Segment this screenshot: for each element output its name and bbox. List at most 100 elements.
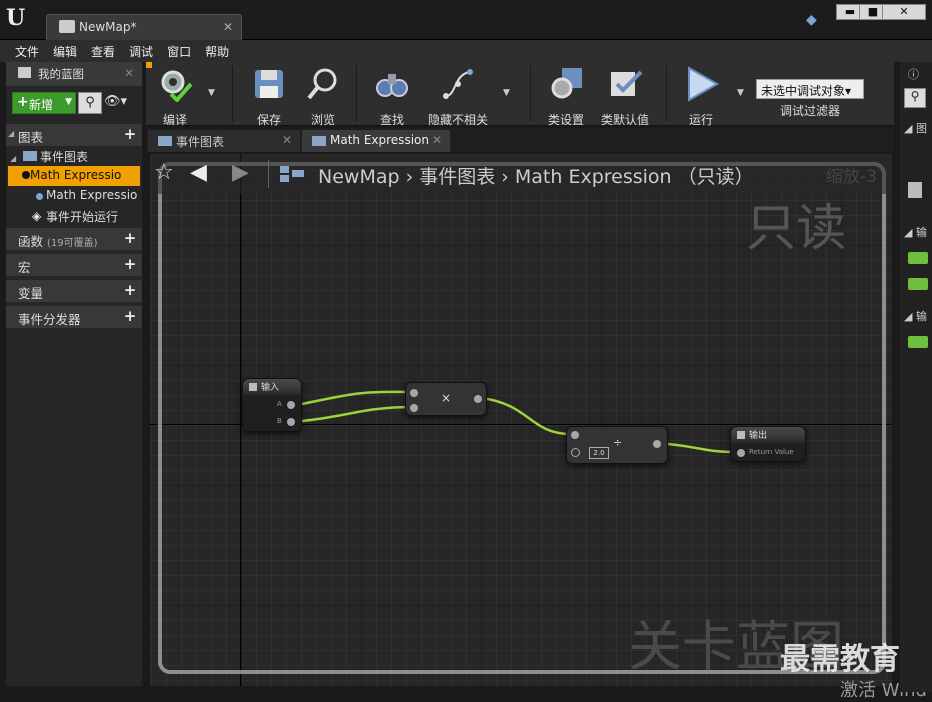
tree-item-begin-play[interactable]: ◈ 事件开始运行 — [6, 206, 142, 226]
compile-options-chevron-icon[interactable]: ▼ — [208, 88, 215, 98]
class-defaults-button[interactable]: 类默认值 — [596, 64, 654, 127]
graph-breadcrumb[interactable]: NewMap › 事件图表 › Math Expression （只读） — [318, 162, 754, 189]
title-bar: U NewMap* ✕ ◆ ▬ ■ ✕ — [0, 0, 932, 40]
divide-input-pin-a[interactable] — [571, 431, 579, 439]
add-dispatcher-icon[interactable]: + — [122, 308, 138, 324]
blueprint-book-icon — [18, 67, 31, 78]
add-macro-icon[interactable]: + — [122, 256, 138, 272]
menu-help[interactable]: 帮助 — [198, 40, 236, 62]
return-value-label: Return Value — [749, 448, 794, 456]
multiply-output-pin[interactable] — [474, 395, 482, 403]
tree-item-label: Math Expressio — [30, 168, 122, 182]
wire-a-to-multiply — [301, 390, 409, 406]
category-variables-label: 变量 — [18, 286, 44, 301]
menu-view[interactable]: 查看 — [84, 40, 122, 62]
expand-triangle-icon: ◢ — [10, 154, 17, 163]
run-button[interactable]: 运行 — [676, 64, 726, 127]
category-macros[interactable]: 宏 + — [6, 254, 142, 276]
pin-b[interactable] — [287, 418, 295, 426]
divide-node[interactable]: 2.0 ÷ — [566, 426, 668, 464]
debug-object-select[interactable]: 未选中调试对象▾ — [756, 79, 864, 99]
details-section-input[interactable]: ◢ 输 — [904, 224, 930, 240]
find-button[interactable]: 查找 — [364, 64, 420, 127]
tree-item-math-expression-selected[interactable]: Math Expressio — [8, 166, 140, 186]
run-options-chevron-icon[interactable]: ▼ — [737, 88, 744, 98]
add-function-icon[interactable]: + — [122, 230, 138, 246]
menu-window[interactable]: 窗口 — [160, 40, 198, 62]
debug-filter-label: 调试过滤器 — [779, 104, 840, 118]
save-button[interactable]: 保存 — [244, 64, 294, 127]
divide-input-pin-b[interactable] — [571, 448, 580, 457]
close-tab-icon[interactable]: ✕ — [282, 133, 292, 147]
category-dispatchers-label: 事件分发器 — [18, 312, 81, 327]
pin-a[interactable] — [287, 401, 295, 409]
multiply-node[interactable]: × — [405, 382, 487, 416]
details-section-output[interactable]: ◢ 输 — [904, 308, 930, 324]
my-blueprint-tab[interactable]: 我的蓝图 ✕ — [6, 62, 142, 86]
divide-output-pin[interactable] — [653, 440, 661, 448]
category-graphs[interactable]: ◢ 图表 + — [6, 124, 142, 146]
menu-file[interactable]: 文件 — [8, 40, 46, 62]
category-variables[interactable]: 变量 + — [6, 280, 142, 302]
output-node[interactable]: 输出 Return Value — [730, 426, 806, 462]
compile-button[interactable]: 编译 — [150, 64, 200, 127]
tree-item-label: Math Expressio — [46, 188, 138, 202]
graph-canvas[interactable]: 只读 关卡蓝图 输入 A B × 2.0 ÷ 输出 Return Value ☆ — [150, 154, 892, 686]
nav-divider — [268, 160, 269, 188]
hide-unrelated-button[interactable]: 隐藏不相关 — [424, 64, 492, 127]
overridable-count: (19可覆盖) — [47, 238, 98, 249]
input-node-title: 输入 — [261, 383, 280, 393]
brand-watermark: 最需教育 — [780, 642, 900, 677]
tab-event-graph[interactable]: 事件图表 ✕ — [148, 130, 300, 152]
graph-icon — [22, 151, 37, 161]
toolbar-divider — [666, 66, 667, 122]
forward-arrow-icon[interactable]: ▶ — [232, 160, 249, 185]
details-pin-toggle[interactable] — [908, 252, 928, 264]
browse-button[interactable]: 浏览 — [298, 64, 348, 127]
details-section-graph[interactable]: ◢ 图 — [904, 120, 930, 136]
class-settings-label: 类设置 — [547, 113, 584, 127]
category-macros-label: 宏 — [18, 260, 31, 275]
close-tab-icon[interactable]: ✕ — [223, 20, 233, 34]
add-new-button[interactable]: + 新增 ▼ — [12, 92, 76, 114]
hide-unrelated-chevron-icon[interactable]: ▼ — [503, 88, 510, 98]
details-search-icon[interactable]: ⚲ — [904, 88, 926, 108]
divide-constant-field[interactable]: 2.0 — [589, 447, 609, 459]
toolbar-divider — [530, 66, 531, 122]
category-functions[interactable]: 函数 (19可覆盖) + — [6, 228, 142, 250]
document-tab[interactable]: NewMap* ✕ — [46, 14, 242, 40]
details-scroll-handle[interactable] — [908, 182, 922, 198]
return-value-pin[interactable] — [737, 449, 745, 457]
details-pin-toggle[interactable] — [908, 336, 928, 348]
details-info-icon[interactable]: ⓘ — [908, 66, 932, 82]
class-defaults-checklist-icon — [611, 70, 643, 96]
compile-label: 编译 — [162, 113, 187, 127]
multiply-input-pin-a[interactable] — [410, 389, 418, 397]
close-tab-icon[interactable]: ✕ — [432, 133, 442, 147]
notification-icon[interactable]: ◆ — [806, 12, 824, 28]
add-variable-icon[interactable]: + — [122, 282, 138, 298]
menu-edit[interactable]: 编辑 — [46, 40, 84, 62]
details-pin-toggle[interactable] — [908, 278, 928, 290]
function-node-icon — [22, 171, 30, 179]
visibility-eye-icon[interactable]: 👁▾ — [104, 94, 140, 114]
browse-magnifier-icon — [307, 68, 337, 100]
input-node[interactable]: 输入 A B — [242, 378, 302, 432]
add-graph-icon[interactable]: + — [122, 126, 138, 142]
find-label: 查找 — [379, 113, 404, 127]
tree-event-graph[interactable]: ◢ 事件图表 — [6, 148, 142, 168]
search-icon[interactable]: ⚲ — [78, 92, 102, 114]
tab-math-expression[interactable]: Math Expression ✕ — [302, 130, 450, 152]
class-settings-button[interactable]: 类设置 — [540, 64, 592, 127]
close-button[interactable]: ✕ — [882, 4, 926, 20]
favorite-star-icon[interactable]: ☆ — [154, 160, 174, 185]
tree-item-math-expression[interactable]: Math Expressio — [6, 186, 142, 206]
multiply-input-pin-b[interactable] — [410, 404, 418, 412]
play-icon — [688, 66, 720, 102]
back-arrow-icon[interactable]: ◀ — [190, 160, 207, 185]
close-panel-icon[interactable]: ✕ — [124, 66, 134, 80]
run-label: 运行 — [688, 113, 713, 127]
details-panel: ⓘ ⚲ ◢ 图 ◢ 输 ◢ 输 — [900, 62, 932, 692]
category-event-dispatchers[interactable]: 事件分发器 + — [6, 306, 142, 328]
menu-debug[interactable]: 调试 — [122, 40, 160, 62]
